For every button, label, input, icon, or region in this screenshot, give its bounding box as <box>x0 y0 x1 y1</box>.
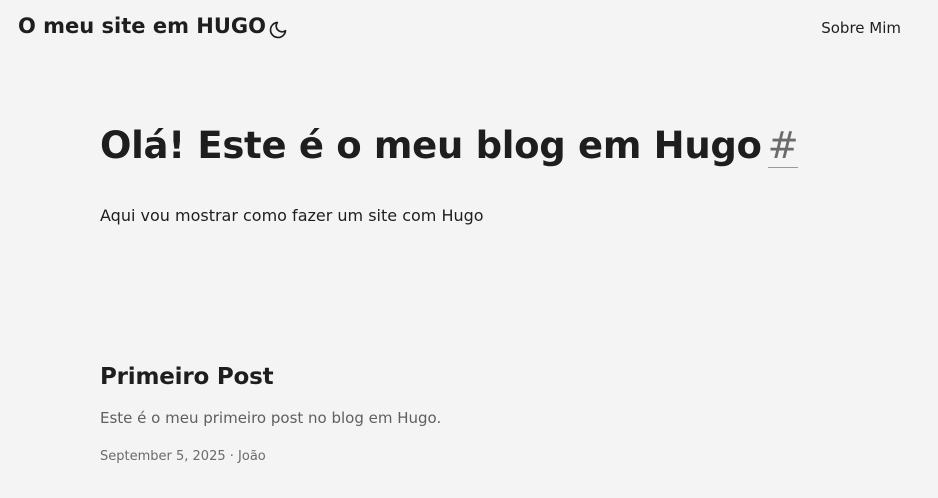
site-title-link[interactable]: O meu site em HUGO <box>18 14 266 38</box>
post-summary: Este é o meu primeiro post no blog em Hu… <box>100 409 442 427</box>
site-header: O meu site em HUGO Sobre Mim <box>0 0 938 60</box>
page-title: Olá! Este é o meu blog em Hugo # <box>100 124 799 168</box>
page-title-text: Olá! Este é o meu blog em Hugo <box>100 124 762 167</box>
post-author: João <box>238 449 266 464</box>
post-title[interactable]: Primeiro Post <box>100 364 274 390</box>
post-date: September 5, 2025 <box>100 449 226 464</box>
nav-link-sobre-mim[interactable]: Sobre Mim <box>821 19 901 37</box>
heading-anchor-link[interactable]: # <box>767 124 799 168</box>
moon-icon[interactable] <box>268 20 288 40</box>
post-meta: September 5, 2025 · João <box>100 449 266 464</box>
meta-separator: · <box>229 449 234 464</box>
page-description: Aqui vou mostrar como fazer um site com … <box>100 206 484 225</box>
